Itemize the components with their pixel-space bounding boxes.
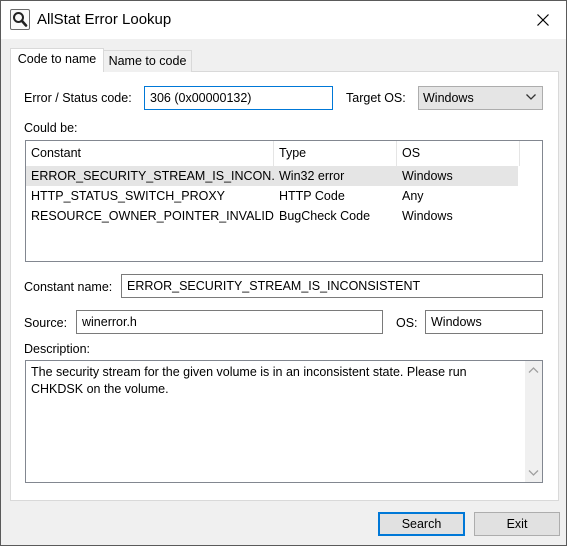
cell-type: BugCheck Code — [279, 209, 371, 223]
column-header-os[interactable]: OS — [397, 141, 520, 166]
error-code-label: Error / Status code: — [24, 91, 132, 105]
os-label: OS: — [396, 316, 418, 330]
target-os-select[interactable]: Windows — [418, 86, 543, 110]
cell-type: HTTP Code — [279, 189, 345, 203]
cell-constant: HTTP_STATUS_SWITCH_PROXY — [31, 189, 226, 203]
cell-constant: ERROR_SECURITY_STREAM_IS_INCON... — [31, 169, 274, 183]
chevron-down-icon — [526, 94, 536, 100]
close-icon — [537, 14, 549, 26]
tab-name-to-code[interactable]: Name to code — [103, 50, 192, 72]
results-list-header: Constant Type OS — [26, 141, 542, 166]
could-be-label: Could be: — [24, 121, 78, 135]
table-row[interactable]: ERROR_SECURITY_STREAM_IS_INCON... Win32 … — [26, 166, 518, 186]
scroll-up-icon[interactable] — [528, 366, 539, 374]
close-button[interactable] — [521, 3, 565, 37]
cell-constant: RESOURCE_OWNER_POINTER_INVALID — [31, 209, 274, 223]
cell-type: Win32 error — [279, 169, 345, 183]
description-label: Description: — [24, 342, 90, 356]
tab-code-to-name[interactable]: Code to name — [10, 48, 104, 72]
results-list[interactable]: Constant Type OS ERROR_SECURITY_STREAM_I… — [25, 140, 543, 262]
window-title: AllStat Error Lookup — [37, 11, 172, 28]
description-scrollbar[interactable] — [525, 361, 542, 482]
description-text: The security stream for the given volume… — [31, 365, 467, 396]
search-button[interactable]: Search — [378, 512, 465, 536]
exit-button[interactable]: Exit — [474, 512, 560, 536]
cell-os: Windows — [402, 209, 453, 223]
cell-os: Any — [402, 189, 424, 203]
title-bar[interactable]: AllStat Error Lookup — [1, 1, 566, 39]
source-field[interactable]: winerror.h — [76, 310, 383, 334]
constant-name-field[interactable]: ERROR_SECURITY_STREAM_IS_INCONSISTENT — [121, 274, 543, 298]
table-row[interactable]: HTTP_STATUS_SWITCH_PROXY HTTP Code Any — [26, 186, 518, 206]
constant-name-label: Constant name: — [24, 280, 113, 294]
scroll-down-icon[interactable] — [528, 469, 539, 477]
description-textarea[interactable]: The security stream for the given volume… — [25, 360, 543, 483]
cell-os: Windows — [402, 169, 453, 183]
os-field[interactable]: Windows — [425, 310, 543, 334]
table-row[interactable]: RESOURCE_OWNER_POINTER_INVALID BugCheck … — [26, 206, 518, 226]
target-os-value: Windows — [423, 91, 474, 105]
app-window: AllStat Error Lookup Code to name Name t… — [0, 0, 567, 546]
column-header-constant[interactable]: Constant — [26, 141, 274, 166]
target-os-label: Target OS: — [346, 91, 406, 105]
magnifier-icon — [10, 9, 30, 30]
error-code-input[interactable]: 306 (0x00000132) — [144, 86, 333, 110]
source-label: Source: — [24, 316, 68, 330]
column-header-type[interactable]: Type — [274, 141, 397, 166]
